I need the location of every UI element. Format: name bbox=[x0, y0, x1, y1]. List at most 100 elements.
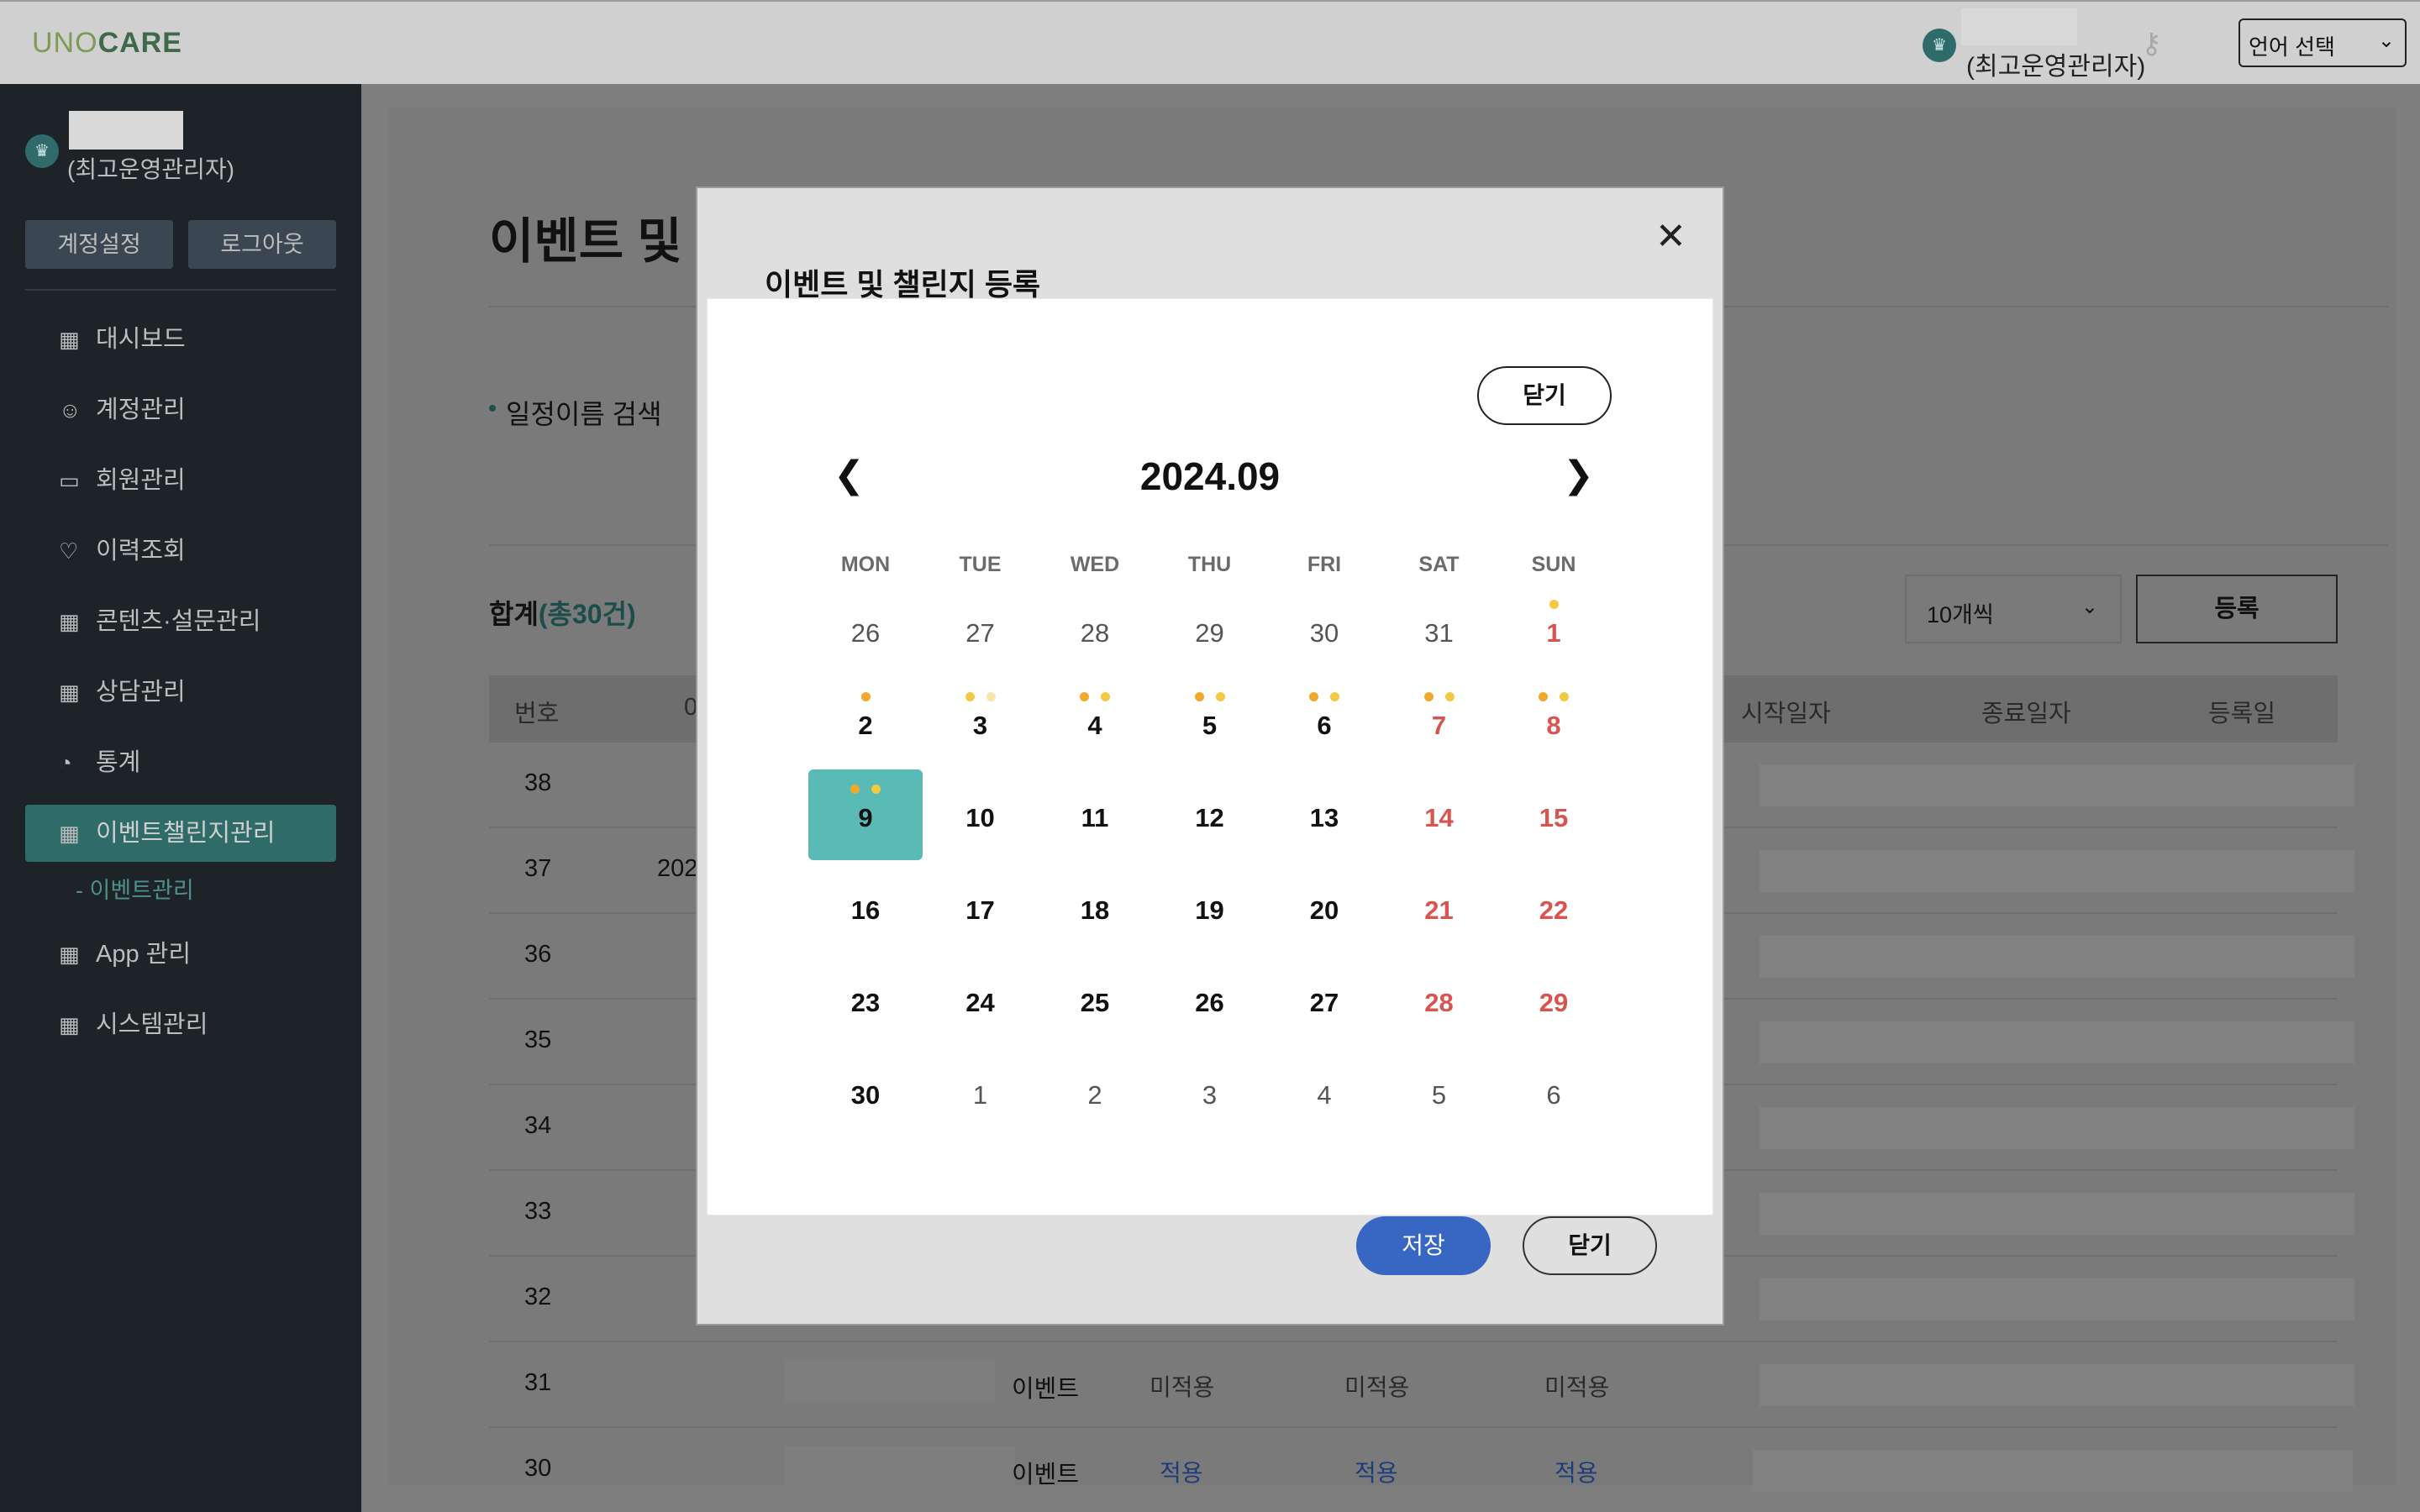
sidebar-item-statistics[interactable]: ◔ 통계 bbox=[25, 734, 336, 791]
calendar-day[interactable]: 11 bbox=[1038, 769, 1152, 860]
calendar-day[interactable]: 20 bbox=[1267, 862, 1381, 953]
calendar-day[interactable]: 18 bbox=[1038, 862, 1152, 953]
event-dot bbox=[965, 692, 975, 701]
calendar-day[interactable]: 22 bbox=[1497, 862, 1611, 953]
sidebar-item-app[interactable]: ▦ App 관리 bbox=[25, 926, 336, 983]
calendar-day[interactable]: 2 bbox=[808, 677, 923, 768]
calendar-day[interactable]: 2 bbox=[1038, 1047, 1152, 1137]
account-settings-button[interactable]: 계정설정 bbox=[25, 220, 173, 269]
crown-icon: ♛ bbox=[1923, 29, 1956, 62]
user-name-redacted bbox=[69, 111, 183, 150]
calendar-day[interactable]: 1 bbox=[1497, 585, 1611, 675]
event-dot bbox=[871, 785, 881, 794]
calendar-day[interactable]: 1 bbox=[923, 1047, 1038, 1137]
chevron-down-icon: ⌄ bbox=[2081, 596, 2098, 618]
sidebar-subitem-events[interactable]: - 이벤트관리 bbox=[76, 872, 194, 905]
day-number: 19 bbox=[1195, 895, 1224, 925]
weekday-sat: SAT bbox=[1418, 553, 1460, 576]
day-number: 8 bbox=[1546, 711, 1561, 740]
day-number: 5 bbox=[1431, 1080, 1447, 1110]
calendar-day[interactable]: 4 bbox=[1267, 1047, 1381, 1137]
day-number: 13 bbox=[1309, 803, 1339, 832]
calendar-day[interactable]: 31 bbox=[1382, 585, 1497, 675]
calendar-day[interactable]: 19 bbox=[1153, 862, 1267, 953]
save-button[interactable]: 저장 bbox=[1356, 1216, 1491, 1275]
event-dot bbox=[1194, 692, 1204, 701]
calendar-day[interactable]: 5 bbox=[1153, 677, 1267, 768]
day-number: 16 bbox=[850, 895, 881, 925]
sidebar-item-system[interactable]: ▦ 시스템관리 bbox=[25, 996, 336, 1053]
sidebar-item-dashboard[interactable]: ▦ 대시보드 bbox=[25, 311, 336, 368]
day-number: 25 bbox=[1080, 988, 1110, 1017]
weekday-thu: THU bbox=[1187, 553, 1232, 576]
total-count: 합계(총30건) bbox=[489, 599, 636, 629]
day-number: 22 bbox=[1539, 895, 1569, 925]
calendar-day[interactable]: 21 bbox=[1382, 862, 1497, 953]
calendar-day[interactable]: 3 bbox=[1153, 1047, 1267, 1137]
day-number: 28 bbox=[1080, 618, 1110, 648]
calendar-day[interactable]: 27 bbox=[1267, 954, 1381, 1045]
calendar-day[interactable]: 17 bbox=[923, 862, 1038, 953]
table-row[interactable]: 31 이벤트 미적용 미적용 미적용 bbox=[489, 1342, 2354, 1428]
day-number: 11 bbox=[1081, 803, 1109, 832]
sidebar-item-event-challenge[interactable]: ▦ 이벤트챌린지관리 bbox=[25, 805, 336, 862]
calendar-day[interactable]: 26 bbox=[808, 585, 923, 675]
calendar-day[interactable]: 3 bbox=[923, 677, 1038, 768]
key-icon[interactable]: ⚷ bbox=[2141, 27, 2162, 60]
day-number: 20 bbox=[1309, 895, 1339, 925]
calendar-day[interactable]: 16 bbox=[808, 862, 923, 953]
calendar-day[interactable]: 30 bbox=[808, 1047, 923, 1137]
sidebar-item-contents[interactable]: ▦ 콘텐츠·설문관리 bbox=[25, 593, 336, 650]
sidebar-item-history[interactable]: ♡ 이력조회 bbox=[25, 522, 336, 580]
event-dots bbox=[1497, 600, 1611, 610]
calendar-day[interactable]: 28 bbox=[1038, 585, 1152, 675]
calendar-day[interactable]: 29 bbox=[1497, 954, 1611, 1045]
sidebar-item-members[interactable]: ▭ 회원관리 bbox=[25, 452, 336, 509]
sidebar-item-counseling[interactable]: ▦ 상담관리 bbox=[25, 664, 336, 721]
calendar-day[interactable]: 13 bbox=[1267, 769, 1381, 860]
bullet-icon bbox=[489, 405, 496, 412]
calendar-day[interactable]: 27 bbox=[923, 585, 1038, 675]
calendar-day-selected[interactable]: 9 bbox=[808, 769, 923, 860]
modal-title: 이벤트 및 챌린지 등록 bbox=[765, 267, 1041, 302]
day-number: 18 bbox=[1080, 895, 1110, 925]
calendar-day[interactable]: 6 bbox=[1497, 1047, 1611, 1137]
calendar-day[interactable]: 29 bbox=[1153, 585, 1267, 675]
grid-icon: ▦ bbox=[59, 609, 80, 634]
modal-close-button[interactable]: 닫기 bbox=[1523, 1216, 1657, 1275]
event-dots bbox=[1382, 692, 1497, 702]
calendar-day[interactable]: 28 bbox=[1382, 954, 1497, 1045]
calendar-day[interactable]: 14 bbox=[1382, 769, 1497, 860]
event-dot bbox=[1560, 692, 1569, 701]
calendar-day[interactable]: 15 bbox=[1497, 769, 1611, 860]
language-select[interactable]: 언어 선택 ⌄ bbox=[2238, 18, 2407, 67]
calendar-day[interactable]: 25 bbox=[1038, 954, 1152, 1045]
per-page-select[interactable]: 10개씩 ⌄ bbox=[1905, 575, 2122, 643]
sidebar-item-accounts[interactable]: ☺ 계정관리 bbox=[25, 381, 336, 438]
crown-icon: ♛ bbox=[25, 134, 59, 168]
chevron-left-icon[interactable]: ❮ bbox=[834, 454, 865, 496]
calendar-day[interactable]: 8 bbox=[1497, 677, 1611, 768]
close-icon[interactable]: ✕ bbox=[1655, 218, 1686, 255]
table-row[interactable]: 30 이벤트 적용 적용 적용 bbox=[489, 1428, 2353, 1512]
logout-button[interactable]: 로그아웃 bbox=[188, 220, 336, 269]
calendar-day[interactable]: 12 bbox=[1153, 769, 1267, 860]
calendar-day[interactable]: 24 bbox=[923, 954, 1038, 1045]
calendar-close-button[interactable]: 닫기 bbox=[1477, 366, 1612, 425]
event-dot bbox=[1101, 692, 1110, 701]
calendar-day[interactable]: 6 bbox=[1267, 677, 1381, 768]
day-number: 31 bbox=[1424, 618, 1454, 648]
calendar-day[interactable]: 10 bbox=[923, 769, 1038, 860]
register-button[interactable]: 등록 bbox=[2136, 575, 2338, 643]
day-number: 14 bbox=[1424, 803, 1454, 832]
day-number: 30 bbox=[850, 1080, 881, 1110]
calendar-day[interactable]: 30 bbox=[1267, 585, 1381, 675]
event-dot bbox=[1309, 692, 1318, 701]
calendar-day[interactable]: 7 bbox=[1382, 677, 1497, 768]
calendar-day[interactable]: 26 bbox=[1153, 954, 1267, 1045]
calendar-day[interactable]: 5 bbox=[1382, 1047, 1497, 1137]
app-logo[interactable]: UNOCARE bbox=[32, 27, 182, 60]
calendar-day[interactable]: 23 bbox=[808, 954, 923, 1045]
calendar-day[interactable]: 4 bbox=[1038, 677, 1152, 768]
chevron-right-icon[interactable]: ❯ bbox=[1563, 454, 1594, 496]
